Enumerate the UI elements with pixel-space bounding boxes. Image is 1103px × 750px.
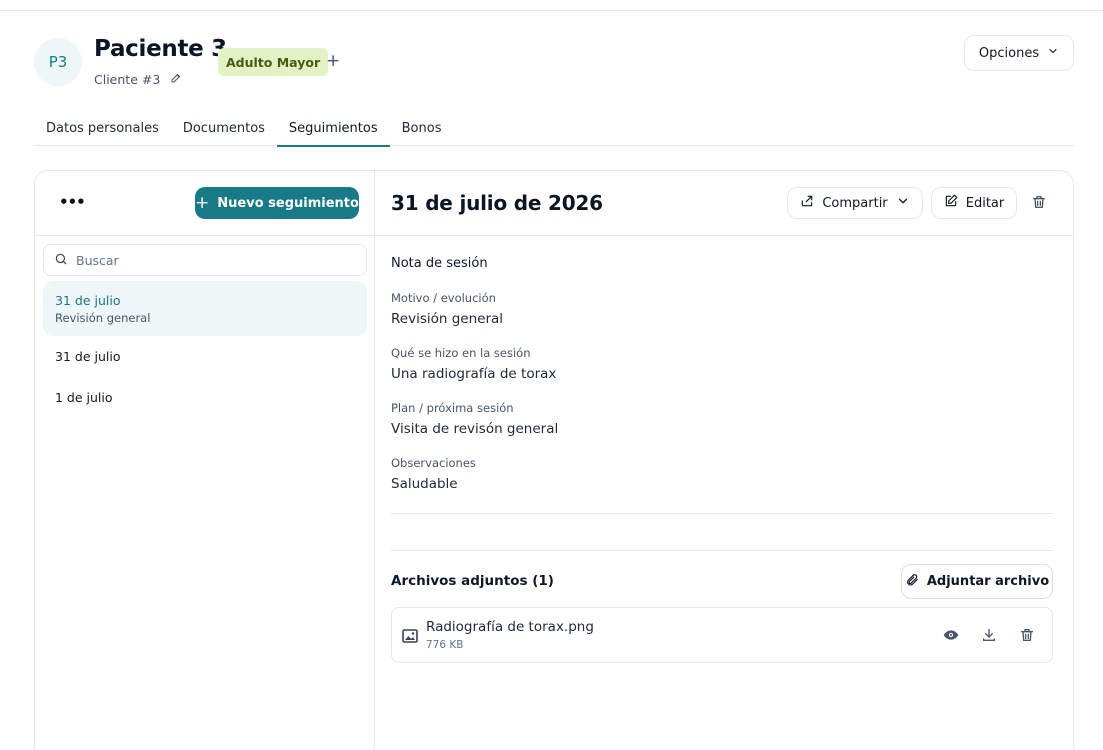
patient-name: Paciente 3: [94, 36, 227, 62]
followup-detail: 31 de julio de 2026 Compartir Editar Not…: [375, 171, 1073, 750]
list-item-subtitle: Revisión general: [55, 310, 151, 325]
list-item[interactable]: 1 de julio: [43, 377, 367, 418]
followup-date-title: 31 de julio de 2026: [391, 191, 603, 215]
image-file-icon: [402, 628, 418, 643]
list-item-date: 1 de julio: [55, 390, 113, 405]
list-item[interactable]: 31 de julio: [43, 336, 367, 377]
field-value-observaciones: Saludable: [391, 476, 458, 492]
field-value-sesion: Una radiografía de torax: [391, 366, 557, 382]
list-item-date: 31 de julio: [55, 292, 121, 308]
tab-seguimientos[interactable]: Seguimientos: [276, 110, 390, 147]
attachment-name[interactable]: Radiografía de torax.png: [426, 619, 594, 635]
download-icon[interactable]: [981, 627, 997, 643]
options-button[interactable]: Opciones: [964, 35, 1074, 71]
field-label-motivo: Motivo / evolución: [391, 291, 496, 305]
pencil-icon[interactable]: [170, 72, 182, 87]
more-options-button[interactable]: •••: [59, 193, 86, 211]
category-badge[interactable]: Adulto Mayor: [218, 48, 329, 76]
share-icon: [800, 194, 814, 212]
share-label: Compartir: [822, 195, 888, 211]
attach-file-label: Adjuntar archivo: [926, 574, 1050, 589]
tab-documentos[interactable]: Documentos: [171, 110, 277, 146]
tab-bonos[interactable]: Bonos: [390, 110, 454, 146]
delete-followup-icon[interactable]: [1031, 194, 1047, 210]
field-label-sesion: Qué se hizo en la sesión: [391, 346, 531, 360]
client-label: Cliente #3: [94, 72, 161, 87]
new-followup-label: Nuevo seguimiento: [217, 195, 359, 211]
search-input[interactable]: [76, 252, 356, 268]
search-icon: [54, 251, 68, 270]
attachment-size: 776 KB: [426, 639, 464, 651]
note-title: Nota de sesión: [391, 256, 488, 271]
trash-icon[interactable]: [1019, 627, 1035, 643]
plus-icon: +: [195, 192, 210, 213]
edit-button[interactable]: Editar: [931, 187, 1017, 219]
eye-icon[interactable]: [943, 627, 959, 643]
options-label: Opciones: [978, 45, 1040, 61]
attach-file-button[interactable]: Adjuntar archivo: [901, 564, 1053, 599]
edit-icon: [944, 194, 958, 212]
detail-divider: [375, 235, 1073, 236]
new-followup-button[interactable]: + Nuevo seguimiento: [195, 187, 359, 219]
section-divider: [391, 550, 1053, 551]
client-line: Cliente #3: [94, 72, 182, 87]
list-item[interactable]: 31 de julio Revisión general: [43, 281, 367, 336]
field-label-observaciones: Observaciones: [391, 456, 476, 470]
tab-datos-personales[interactable]: Datos personales: [34, 110, 171, 146]
tab-bar: Datos personales Documentos Seguimientos…: [34, 110, 1074, 147]
attachments-title: Archivos adjuntos (1): [391, 573, 554, 589]
chevron-down-icon: [896, 194, 910, 212]
field-label-plan: Plan / próxima sesión: [391, 401, 514, 415]
attachment-row: Radiografía de torax.png 776 KB: [391, 607, 1053, 663]
field-value-plan: Visita de revisón general: [391, 421, 559, 437]
followups-panel: ••• + Nuevo seguimiento 31 de julio Revi…: [34, 170, 1074, 750]
list-item-date: 31 de julio: [55, 349, 121, 364]
avatar: P3: [34, 38, 82, 86]
paperclip-icon: [905, 573, 919, 591]
field-value-motivo: Revisión general: [391, 311, 504, 327]
section-divider: [391, 513, 1053, 514]
followups-sidebar: ••• + Nuevo seguimiento 31 de julio Revi…: [35, 171, 375, 750]
share-button[interactable]: Compartir: [787, 187, 923, 219]
top-divider: [0, 10, 1103, 11]
sidebar-divider: [35, 235, 375, 236]
chevron-down-icon: [1047, 45, 1059, 61]
add-tag-button[interactable]: +: [326, 53, 340, 70]
search-box[interactable]: [43, 244, 367, 276]
edit-label: Editar: [965, 195, 1005, 211]
followup-list: 31 de julio Revisión general 31 de julio…: [43, 281, 367, 418]
